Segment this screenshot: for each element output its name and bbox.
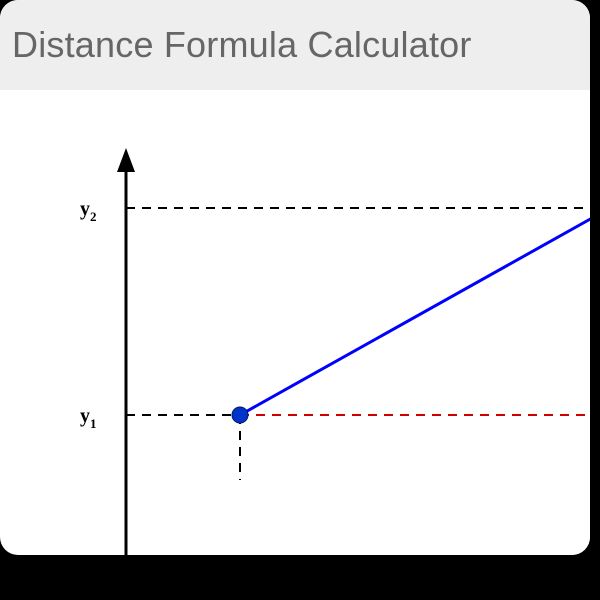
diagram-svg: y2 y1	[50, 140, 590, 555]
y1-label: y1	[80, 405, 97, 431]
y2-label: y2	[80, 198, 97, 224]
card-header: Distance Formula Calculator	[0, 0, 590, 90]
calculator-card: Distance Formula Calculator y2 y1	[0, 0, 590, 555]
page-title: Distance Formula Calculator	[12, 24, 472, 66]
distance-diagram: y2 y1	[50, 140, 590, 555]
